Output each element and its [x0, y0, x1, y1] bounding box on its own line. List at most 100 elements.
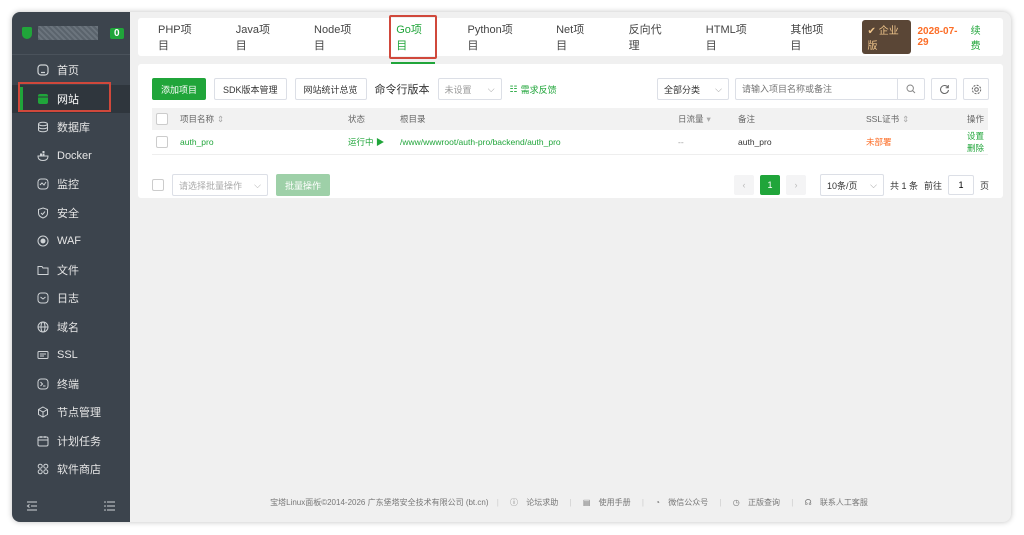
- waf-icon: [36, 235, 49, 248]
- folder-icon: [36, 263, 49, 276]
- list-menu-icon[interactable]: [104, 500, 116, 515]
- prev-page-button[interactable]: ‹: [733, 175, 754, 195]
- sidebar-item-waf[interactable]: WAF: [12, 227, 130, 256]
- sidebar-item-label: 文件: [57, 264, 79, 277]
- sidebar-item-security[interactable]: 安全: [12, 199, 130, 228]
- notification-badge[interactable]: 0: [110, 27, 124, 39]
- status-running[interactable]: 运行中 ▶: [344, 130, 396, 155]
- tab-other[interactable]: 其他项目: [784, 17, 837, 57]
- col-traffic-label: 日流量: [678, 114, 704, 124]
- footer-bar: 宝塔Linux面板©2014-2026 广东堡塔安全技术有限公司 (bt.cn)…: [130, 497, 1011, 508]
- footer-link-forum[interactable]: ⓘ 论坛求助: [507, 498, 561, 507]
- tab-python[interactable]: Python项目: [461, 17, 526, 57]
- category-select[interactable]: 全部分类 ⌵: [657, 78, 729, 100]
- sidebar-item-nodes[interactable]: 节点管理: [12, 398, 130, 427]
- log-icon: [36, 292, 49, 305]
- site-stats-button[interactable]: 网站统计总览: [294, 78, 367, 100]
- sidebar-item-home[interactable]: 首页: [12, 56, 130, 85]
- tab-html[interactable]: HTML项目: [700, 17, 761, 57]
- book-icon: ▤: [582, 498, 591, 507]
- sidebar-item-files[interactable]: 文件: [12, 256, 130, 285]
- refresh-icon[interactable]: [931, 78, 957, 100]
- tab-php[interactable]: PHP项目: [152, 17, 206, 57]
- sidebar-item-docker[interactable]: Docker: [12, 142, 130, 171]
- search-box: [735, 78, 925, 100]
- footer-link-verify[interactable]: ◷ 正版查询: [730, 498, 783, 507]
- main-area: PHP项目 Java项目 Node项目 Go项目 Python项目 Net项目 …: [130, 12, 1011, 522]
- tab-go[interactable]: Go项目: [389, 15, 438, 64]
- sidebar-item-terminal[interactable]: 终端: [12, 370, 130, 399]
- tab-net[interactable]: Net项目: [550, 17, 599, 57]
- database-icon: [36, 121, 49, 134]
- sidebar-item-website[interactable]: 网站: [12, 84, 130, 113]
- settings-link[interactable]: 设置: [967, 131, 984, 141]
- tab-node[interactable]: Node项目: [308, 17, 365, 57]
- sidebar-item-domain[interactable]: 域名: [12, 313, 130, 342]
- next-page-button[interactable]: ›: [785, 175, 806, 195]
- delete-link[interactable]: 删除: [967, 143, 984, 153]
- search-input[interactable]: [736, 83, 897, 95]
- goto-page-input[interactable]: [947, 175, 974, 195]
- sidebar-item-store[interactable]: 软件商店: [12, 455, 130, 484]
- server-info[interactable]: 0: [12, 12, 130, 55]
- footer-link-manual[interactable]: ▤ 使用手册: [580, 498, 634, 507]
- sidebar-item-label: 首页: [57, 65, 79, 78]
- batch-action-select[interactable]: 请选择批量操作 ⌵: [172, 174, 268, 196]
- enterprise-badge[interactable]: ✔ 企业版: [861, 20, 912, 54]
- chevron-down-icon: ⌵: [870, 179, 877, 190]
- gear-icon[interactable]: [963, 78, 989, 100]
- renew-link[interactable]: 续费: [971, 22, 989, 52]
- footer-link-support[interactable]: ☊ 联系人工客服: [802, 498, 871, 507]
- sidebar-item-label: 计划任务: [57, 435, 101, 448]
- sidebar-item-logs[interactable]: 日志: [12, 284, 130, 313]
- footer-select-all-checkbox[interactable]: [152, 179, 164, 191]
- col-status: 状态: [344, 108, 396, 130]
- sidebar-footer: [12, 492, 130, 522]
- sidebar-item-database[interactable]: 数据库: [12, 113, 130, 142]
- page-size-value: 10条/页: [826, 180, 858, 191]
- total-count: 共 1 条: [889, 180, 918, 191]
- ssl-icon: [36, 349, 49, 362]
- table-footer: 请选择批量操作 ⌵ 批量操作 ‹ 1 › 10条/页 ⌵ 共 1 条 前往 页: [152, 174, 989, 196]
- toolbar-right: 全部分类 ⌵: [657, 78, 989, 100]
- sidebar-nav: 首页 网站 数据库 Docker 监控 安全 WAF 文件 日志 域名 SSL …: [12, 56, 130, 484]
- shield-icon: [36, 206, 49, 219]
- table-row: auth_pro 运行中 ▶ /www/wwwroot/auth-pro/bac…: [152, 130, 988, 155]
- feedback-link[interactable]: ☷ 需求反馈: [510, 83, 557, 96]
- page-size-select[interactable]: 10条/页 ⌵: [819, 174, 884, 196]
- cmd-version-select[interactable]: 未设置 ⌵: [437, 78, 502, 100]
- sidebar-item-cron[interactable]: 计划任务: [12, 427, 130, 456]
- headset-icon: ☊: [804, 498, 812, 507]
- sidebar-item-label: 域名: [57, 321, 79, 334]
- col-name[interactable]: 项目名称 ⇕: [176, 108, 344, 130]
- sort-icon: ⇕: [217, 114, 225, 124]
- remark-value[interactable]: auth_pro: [734, 130, 862, 155]
- footer-link-label: 微信公众号: [668, 498, 709, 507]
- tab-reverse-proxy[interactable]: 反向代理: [623, 17, 676, 57]
- row-checkbox[interactable]: [156, 136, 168, 148]
- sdk-version-button[interactable]: SDK版本管理: [214, 78, 287, 100]
- search-icon[interactable]: [897, 79, 924, 99]
- col-traffic[interactable]: 日流量 ▾: [674, 108, 734, 130]
- sidebar-item-monitor[interactable]: 监控: [12, 170, 130, 199]
- footer-link-wechat[interactable]: ◔ 微信公众号: [652, 498, 711, 507]
- footer-link-label: 使用手册: [598, 498, 631, 507]
- license-info: ✔ 企业版 2028-07-29 续费: [861, 20, 989, 54]
- sidebar-item-label: 监控: [57, 179, 79, 192]
- sidebar-item-label: 数据库: [57, 122, 90, 135]
- sidebar-item-ssl[interactable]: SSL: [12, 341, 130, 370]
- project-name-link[interactable]: auth_pro: [176, 130, 344, 155]
- select-all-checkbox[interactable]: [156, 113, 168, 125]
- add-project-button[interactable]: 添加项目: [152, 78, 207, 100]
- website-icon: [36, 92, 49, 105]
- col-ssl[interactable]: SSL证书 ⇕: [862, 108, 940, 130]
- calendar-icon: [36, 434, 49, 447]
- tab-java[interactable]: Java项目: [230, 17, 284, 57]
- ssl-status[interactable]: 未部署: [862, 130, 940, 155]
- sidebar-item-label: 安全: [57, 207, 79, 220]
- batch-action-button[interactable]: 批量操作: [276, 174, 331, 196]
- root-dir-link[interactable]: /www/wwwroot/auth-pro/backend/auth_pro: [396, 130, 674, 155]
- collapse-menu-icon[interactable]: [26, 500, 38, 515]
- crown-icon: ✔: [867, 26, 876, 37]
- page-number[interactable]: 1: [759, 175, 780, 195]
